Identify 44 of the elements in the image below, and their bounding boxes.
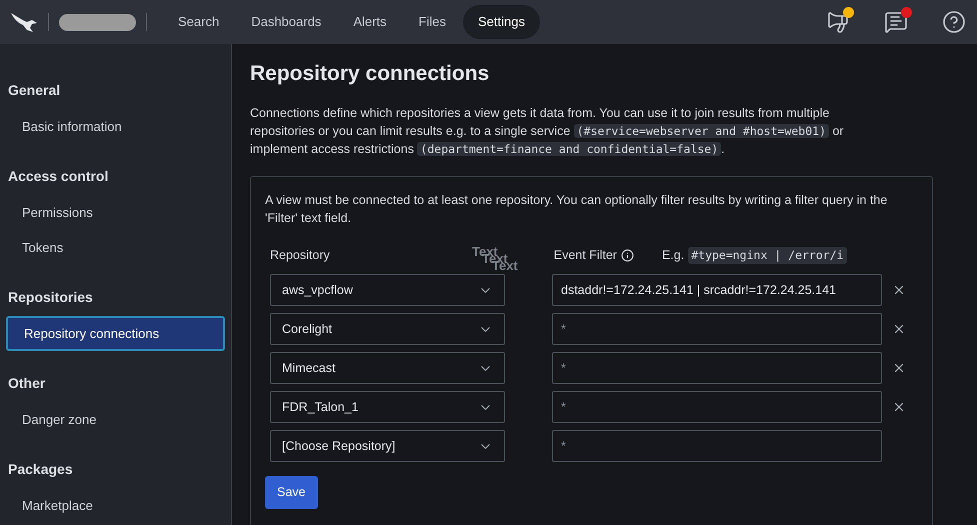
save-button[interactable]: Save bbox=[265, 476, 318, 508]
filter-field[interactable]: * bbox=[552, 430, 882, 462]
filter-field[interactable]: * bbox=[552, 313, 882, 345]
nav-tab[interactable]: Files bbox=[404, 5, 461, 39]
intro-paragraph: Connections define which repositories a view gets it data from. You can use it to join results from multiple repositories or you can limit results e.g. to a single service (#service=webserver and #host=web01) or implement access restrictions (department=finance and confidential=false) . bbox=[250, 104, 845, 158]
remove-icon[interactable] bbox=[892, 283, 906, 297]
page-title: Repository connections bbox=[250, 61, 490, 87]
repository-select[interactable]: Mimecast bbox=[270, 352, 505, 384]
sidebar-heading: Repositories bbox=[7, 288, 94, 307]
sidebar-item[interactable]: Basic information bbox=[6, 109, 225, 144]
remove-icon[interactable] bbox=[892, 361, 906, 375]
example-label: E.g. bbox=[662, 247, 684, 264]
megaphone-icon[interactable] bbox=[825, 9, 851, 35]
sidebar-heading: Access control bbox=[7, 167, 110, 186]
column-header: Repository bbox=[270, 247, 330, 264]
repository-select[interactable]: Corelight bbox=[270, 313, 505, 345]
card-note: A view must be connected to at least one repository. You can optionally filter results by writing a filter query in the 'Filter' text field. bbox=[265, 192, 888, 226]
info-icon[interactable] bbox=[620, 249, 634, 262]
filter-field[interactable]: * bbox=[552, 352, 882, 384]
sidebar-heading: Packages bbox=[7, 460, 74, 479]
help-icon[interactable] bbox=[941, 9, 967, 35]
repository-select[interactable]: aws_vpcflow bbox=[270, 274, 505, 306]
column-header: Event Filter bbox=[554, 247, 617, 264]
nav-tab[interactable]: Settings bbox=[463, 5, 540, 39]
filter-field[interactable]: dstaddr!=172.24.25.141 | srcaddr!=172.24.25.141 bbox=[552, 274, 882, 306]
nav-tab[interactable]: Dashboards bbox=[236, 5, 336, 39]
sidebar-heading: Other bbox=[7, 374, 46, 393]
repository-select[interactable]: FDR_Talon_1 bbox=[270, 391, 505, 423]
filter-field[interactable]: * bbox=[552, 391, 882, 423]
sidebar-item[interactable]: Repository connections bbox=[6, 316, 225, 351]
sidebar-item[interactable]: Marketplace bbox=[6, 488, 225, 523]
account-pill[interactable] bbox=[59, 14, 136, 30]
repository-select[interactable]: [Choose Repository] bbox=[270, 430, 505, 462]
message-icon[interactable] bbox=[883, 9, 909, 35]
sidebar-item[interactable]: Danger zone bbox=[6, 402, 225, 437]
example-code: #type=nginx | /error/i bbox=[688, 246, 847, 264]
sidebar-item[interactable]: Tokens bbox=[6, 230, 225, 265]
sidebar-heading: General bbox=[7, 81, 62, 100]
nav-tab[interactable]: Search bbox=[163, 5, 234, 39]
sidebar-item[interactable]: Permissions bbox=[6, 195, 225, 230]
remove-icon[interactable] bbox=[892, 322, 906, 336]
remove-icon[interactable] bbox=[892, 400, 906, 414]
bird-logo-icon bbox=[10, 11, 38, 33]
nav-tab[interactable]: Alerts bbox=[338, 5, 402, 39]
